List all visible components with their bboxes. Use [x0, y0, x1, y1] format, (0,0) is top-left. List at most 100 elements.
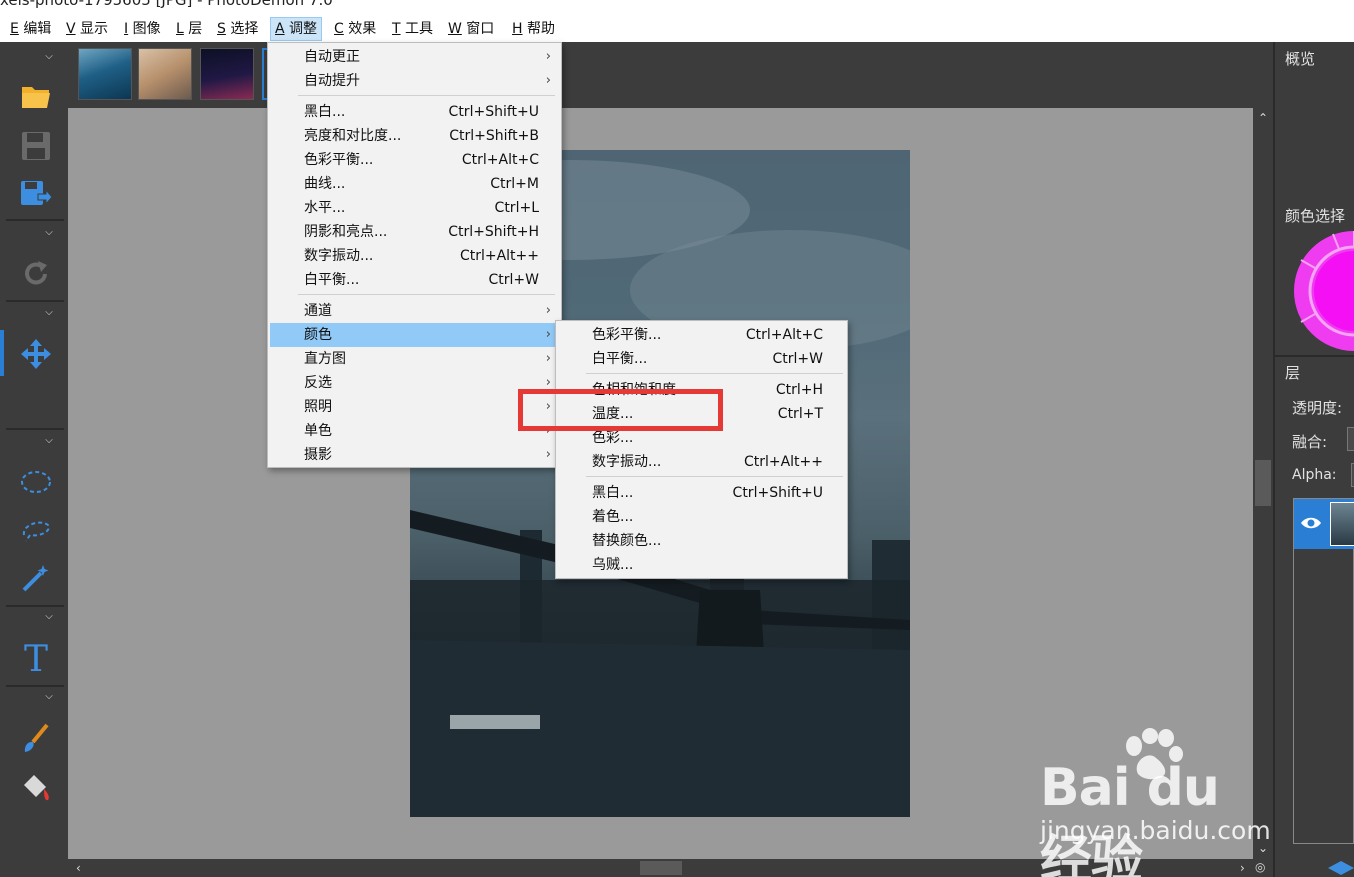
menu-l[interactable]: L 层	[172, 17, 206, 41]
menu-a[interactable]: A 调整	[270, 17, 323, 41]
menu-separator	[298, 294, 555, 295]
menu-accelerator-key: S	[217, 21, 226, 37]
menu-item-label: 水平...	[304, 200, 346, 216]
adjust-menu-item[interactable]: 阴影和亮点... Ctrl+Shift+H	[270, 220, 559, 244]
color-submenu-item[interactable]: 黑白... Ctrl+Shift+U	[558, 481, 845, 505]
menu-v[interactable]: V 显示	[62, 17, 112, 41]
window-title-strip: xels-photo-1795605 [JPG] - PhotoDemon 7.…	[0, 0, 1354, 14]
menu-s[interactable]: S 选择	[213, 17, 262, 41]
menu-item-label: 黑白...	[304, 104, 346, 120]
adjust-menu-item[interactable]: 照明 ›	[270, 395, 559, 419]
adjust-menu-item[interactable]: 通道 ›	[270, 299, 559, 323]
menu-item-label: 替换颜色...	[592, 533, 662, 549]
adjust-menu-item[interactable]: 亮度和对比度... Ctrl+Shift+B	[270, 124, 559, 148]
tool-panel: ⌵ ⌵ ⌵ ⌵ ⌵ T ⌵	[0, 42, 68, 877]
color-wheel[interactable]	[1293, 230, 1354, 352]
blend-mode-dropdown[interactable]	[1347, 427, 1354, 451]
right-panel: 概览 颜色选择 层 透明度: 融合: Alpha:	[1275, 42, 1354, 877]
vertical-scroll-thumb[interactable]	[1255, 460, 1271, 506]
horizontal-scroll-thumb[interactable]	[640, 861, 682, 875]
menu-c[interactable]: C 效果	[330, 17, 380, 41]
submenu-arrow-icon: ›	[545, 351, 551, 366]
menu-separator	[586, 373, 843, 374]
menu-item-shortcut: Ctrl+M	[490, 176, 539, 192]
overview-title: 概览	[1285, 50, 1316, 68]
image-tab-thumbnail[interactable]	[78, 48, 132, 100]
menu-accelerator-key: I	[124, 21, 129, 37]
menu-accelerator-key: A	[275, 21, 285, 37]
toolbar-divider	[6, 428, 64, 430]
layers-stack-icon[interactable]	[1327, 860, 1354, 877]
adjust-menu-item[interactable]: 自动更正 ›	[270, 45, 559, 69]
chevron-down-icon[interactable]: ⌵	[42, 692, 56, 702]
open-folder-icon[interactable]	[18, 78, 54, 114]
adjust-menu-item[interactable]: 白平衡... Ctrl+W	[270, 268, 559, 292]
color-submenu-item[interactable]: 数字振动... Ctrl+Alt++	[558, 450, 845, 474]
menu-item-label: 通道	[304, 303, 332, 319]
scroll-up-icon[interactable]: ⌃	[1258, 112, 1268, 124]
adjust-menu-item[interactable]: 摄影 ›	[270, 443, 559, 467]
adjust-menu-item[interactable]: 色彩平衡... Ctrl+Alt+C	[270, 148, 559, 172]
menu-accelerator-key: E	[10, 21, 19, 37]
menu-item-label: 数字振动...	[304, 248, 374, 264]
menu-label: 图像	[132, 21, 161, 37]
redo-icon[interactable]	[18, 256, 54, 292]
menu-item-label: 阴影和亮点...	[304, 224, 388, 240]
color-submenu-item[interactable]: 色彩平衡... Ctrl+Alt+C	[558, 323, 845, 347]
svg-text:T: T	[24, 641, 48, 675]
adjust-menu-item[interactable]: 水平... Ctrl+L	[270, 196, 559, 220]
color-submenu-item[interactable]: 替换颜色...	[558, 529, 845, 553]
chevron-down-icon[interactable]: ⌵	[42, 308, 56, 318]
adjust-menu-item[interactable]: 直方图 ›	[270, 347, 559, 371]
menu-accelerator-key: W	[448, 21, 462, 37]
scroll-left-icon[interactable]: ‹	[76, 862, 81, 874]
chevron-down-icon[interactable]: ⌵	[42, 228, 56, 238]
ellipse-select-icon[interactable]	[18, 464, 54, 500]
toolbar-divider	[6, 605, 64, 607]
adjust-menu-item[interactable]: 曲线... Ctrl+M	[270, 172, 559, 196]
adjust-menu-item[interactable]: 黑白... Ctrl+Shift+U	[270, 100, 559, 124]
chevron-down-icon[interactable]: ⌵	[42, 612, 56, 622]
menu-item-shortcut: Ctrl+Alt++	[743, 454, 823, 470]
menu-e[interactable]: E 编辑	[6, 17, 55, 41]
image-tab-thumbnail[interactable]	[138, 48, 192, 100]
menu-label: 调整	[289, 21, 318, 37]
submenu-arrow-icon: ›	[545, 447, 551, 462]
adjust-menu-item[interactable]: 反选 ›	[270, 371, 559, 395]
menu-label: 窗口	[466, 21, 495, 37]
text-tool-icon[interactable]: T	[18, 640, 54, 676]
visibility-eye-icon[interactable]	[1300, 516, 1322, 530]
move-tool-icon[interactable]	[18, 336, 54, 372]
adjust-menu-item[interactable]: 颜色 ›	[270, 323, 559, 347]
menu-t[interactable]: T 工具	[388, 17, 437, 41]
menu-item-shortcut: Ctrl+Shift+U	[732, 485, 823, 501]
layer-row[interactable]	[1294, 499, 1354, 549]
color-submenu-item[interactable]: 乌贼...	[558, 553, 845, 577]
adjust-menu-item[interactable]: 单色 ›	[270, 419, 559, 443]
layer-list[interactable]	[1293, 498, 1354, 844]
menu-label: 选择	[230, 21, 259, 37]
save-as-icon[interactable]	[18, 176, 54, 212]
toolbar-divider	[6, 685, 64, 687]
menu-item-shortcut: Ctrl+W	[772, 351, 823, 367]
magic-wand-icon[interactable]	[18, 560, 54, 596]
save-icon[interactable]	[18, 128, 54, 164]
color-submenu-item[interactable]: 白平衡... Ctrl+W	[558, 347, 845, 371]
menu-item-shortcut: Ctrl+Alt++	[459, 248, 539, 264]
menu-item-label: 曲线...	[304, 176, 346, 192]
image-tab-thumbnail[interactable]	[200, 48, 254, 100]
color-submenu-item[interactable]: 着色...	[558, 505, 845, 529]
chevron-down-icon[interactable]: ⌵	[42, 436, 56, 446]
chevron-down-icon[interactable]: ⌵	[42, 52, 56, 62]
lasso-select-icon[interactable]	[18, 512, 54, 548]
menu-w[interactable]: W 窗口	[444, 17, 498, 41]
paint-bucket-icon[interactable]	[18, 770, 54, 806]
menu-item-shortcut: Ctrl+L	[494, 200, 539, 216]
menu-i[interactable]: I 图像	[120, 17, 165, 41]
menu-h[interactable]: H 帮助	[508, 17, 559, 41]
color-submenu: 色彩平衡... Ctrl+Alt+C 白平衡... Ctrl+W 色相和饱和度... Ct…	[555, 320, 848, 579]
adjust-menu-item[interactable]: 自动提升 ›	[270, 69, 559, 93]
adjust-menu-item[interactable]: 数字振动... Ctrl+Alt++	[270, 244, 559, 268]
window-title: xels-photo-1795605 [JPG] - PhotoDemon 7.…	[0, 0, 333, 9]
paintbrush-icon[interactable]	[18, 720, 54, 756]
